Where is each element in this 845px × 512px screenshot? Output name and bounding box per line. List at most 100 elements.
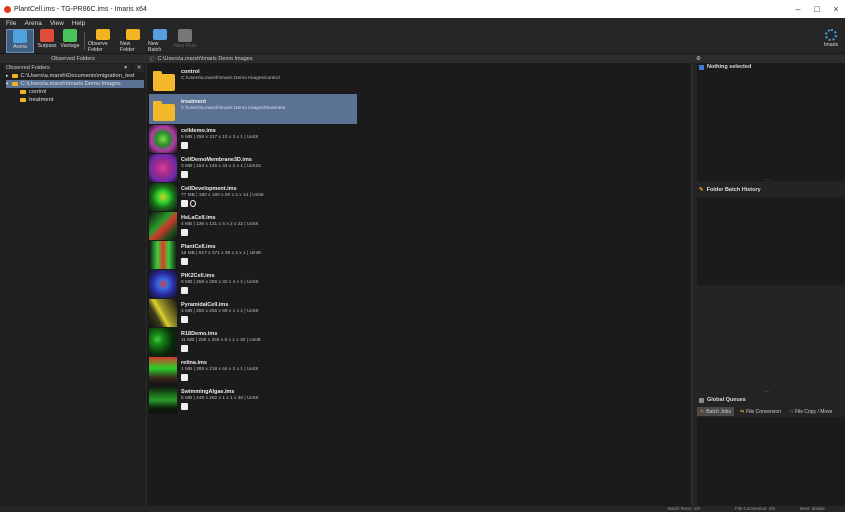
tab-file-copy-move[interactable]: □ File Copy / Move <box>787 407 836 416</box>
status-batch-runs: Batch Runs: 1/5 <box>668 506 701 511</box>
arena-button[interactable]: Arena <box>6 29 34 53</box>
file-name: CellDemoMembrane3D.ims <box>181 157 252 163</box>
file-item[interactable]: PlantCell.ims 16 MB | 617 x 371 x 38 x 2… <box>149 241 357 269</box>
tree-item-demo-images[interactable]: ▾ C:\Users\a.marsh\Imaris Demo Images <box>6 80 144 88</box>
surpass-button[interactable]: Surpass <box>36 29 58 53</box>
file-thumbnail <box>149 154 177 182</box>
file-meta: 3 MB | 154 x 146 x 44 x 2 x 1 | Uint16 <box>181 164 261 169</box>
tree-item-label: treatment <box>29 97 54 103</box>
file-name: celldemo.ims <box>181 128 216 134</box>
file-item[interactable]: PyramidalCell.ims 4 MB | 255 x 255 x 69 … <box>149 299 357 327</box>
splitter-handle[interactable]: ... <box>765 176 770 182</box>
cube-icon <box>181 403 188 410</box>
file-thumbnail <box>149 241 177 269</box>
tree-item-label: C:\Users\a.marsh\Documents\migration_tes… <box>20 73 135 79</box>
file-item[interactable]: PtK2Cell.ims 8 MB | 256 x 256 x 32 x 4 x… <box>149 270 357 298</box>
tab-label: File Copy / Move <box>794 408 833 415</box>
file-meta: 8 MB | 256 x 256 x 32 x 4 x 1 | Uint8 <box>181 280 259 285</box>
chevron-down-icon: ▾ <box>6 81 9 87</box>
info-icon: ⓘ <box>149 57 155 63</box>
maximize-button[interactable]: □ <box>807 0 827 18</box>
folder-tree: ▸ C:\Users\a.marsh\Documents\migration_t… <box>6 72 144 104</box>
file-meta: 5 MB | 256 x 317 x 10 x 3 x 1 | Uint8 <box>181 135 259 140</box>
new-batch-label: New Batch <box>148 41 162 53</box>
tab-file-conversion[interactable]: ⇆ File Conversion <box>737 407 784 416</box>
new-folder-icon <box>126 29 140 40</box>
observed-folders-dropdown[interactable]: Observed Folders ▾ <box>4 64 130 72</box>
cube-icon <box>181 345 188 352</box>
file-item[interactable]: CellDemoMembrane3D.ims 3 MB | 154 x 146 … <box>149 154 357 182</box>
menu-arena[interactable]: Arena <box>24 20 41 27</box>
menu-help[interactable]: Help <box>72 20 85 27</box>
minimize-button[interactable]: – <box>788 0 808 18</box>
folder-icon <box>153 101 175 121</box>
file-name: retina.ims <box>181 360 207 366</box>
selection-label: Nothing selected <box>707 64 752 70</box>
close-button[interactable]: × <box>826 0 845 18</box>
tree-item-label: C:\Users\a.marsh\Imaris Demo Images <box>20 81 121 87</box>
selection-icon <box>699 64 704 70</box>
toolbar: Arena Surpass Vantage Observe Folder New… <box>0 28 845 54</box>
surpass-icon <box>40 29 54 42</box>
file-name: SwimmingAlgae.ims <box>181 389 235 395</box>
file-name: CellDevelopment.ims <box>181 186 237 192</box>
tab-label: File Conversion <box>746 408 781 415</box>
file-meta: 77 MB | 180 x 180 x 90 x 2 x 14 | Uint8 <box>181 193 264 198</box>
new-batch-button[interactable]: New Batch <box>148 29 172 53</box>
settings-tool-icon[interactable]: ✕ <box>134 64 144 72</box>
imaris-brand-icon <box>825 29 837 41</box>
file-name: PyramidalCell.ims <box>181 302 229 308</box>
menu-file[interactable]: File <box>6 20 16 27</box>
vantage-button[interactable]: Vantage <box>60 29 80 53</box>
chevron-down-icon: ▾ <box>124 65 127 71</box>
batch-icon: ✎ <box>700 408 705 415</box>
file-item[interactable]: celldemo.ims 5 MB | 256 x 317 x 10 x 3 x… <box>149 125 357 153</box>
tree-item-control[interactable]: control <box>6 88 144 96</box>
file-item[interactable]: R18Demo.ims 11 MB | 256 x 256 x 6 x 1 x … <box>149 328 357 356</box>
tab-batch-jobs[interactable]: ✎ Batch Jobs <box>697 407 734 416</box>
file-name: PlantCell.ims <box>181 244 216 250</box>
folder-path: C:\Users\a.marsh\Imaris Demo Images\trea… <box>181 106 286 111</box>
file-thumbnail <box>149 299 177 327</box>
observe-folder-button[interactable]: Observe Folder <box>88 29 118 53</box>
conversion-icon: ⇆ <box>739 408 745 415</box>
toolbar-separator <box>84 32 85 50</box>
center-panel-header: ⓘ C:\Users\a.marsh\Imaris Demo Images <box>147 55 691 63</box>
tree-item-treatment[interactable]: treatment <box>6 96 144 104</box>
folder-item-treatment[interactable]: treatment C:\Users\a.marsh\Imaris Demo I… <box>149 94 357 124</box>
left-panel-header: Observed Folders <box>0 55 146 63</box>
imaris-brand: Imaris <box>822 29 840 53</box>
file-item[interactable]: CellDevelopment.ims 77 MB | 180 x 180 x … <box>149 183 357 211</box>
file-thumbnail <box>149 357 177 385</box>
new-fluo-button[interactable]: New Fluo <box>174 29 196 53</box>
file-meta: 11 MB | 256 x 256 x 6 x 1 x 30 | Uint8 <box>181 338 261 343</box>
file-thumbnail <box>149 183 177 211</box>
arena-icon <box>13 30 27 43</box>
file-item[interactable]: HeLaCell.ims 4 MB | 136 x 131 x 5 x 2 x … <box>149 212 357 240</box>
new-fluo-label: New Fluo <box>174 43 196 49</box>
observed-folders-dropdown-label: Observed Folders <box>6 65 50 71</box>
settings-icon: ⚙ <box>696 56 701 62</box>
file-item[interactable]: SwimmingAlgae.ims 5 MB | 448 x 262 x 1 x… <box>149 386 357 414</box>
imaris-logo-icon <box>4 5 11 13</box>
file-item[interactable]: retina.ims 1 MB | 285 x 218 x 64 x 2 x 1… <box>149 357 357 385</box>
queue-panel <box>697 417 845 506</box>
file-thumbnail <box>149 212 177 240</box>
splitter-handle[interactable]: ... <box>765 388 770 394</box>
selection-header: Nothing selected <box>697 64 845 70</box>
folder-icon <box>153 71 175 91</box>
cube-icon <box>181 171 188 178</box>
status-next: Next: details <box>800 506 825 511</box>
queues-header: Global Queues <box>697 397 845 403</box>
folder-item-control[interactable]: control C:\Users\a.marsh\Imaris Demo Ima… <box>149 66 357 94</box>
menu-view[interactable]: View <box>50 20 64 27</box>
status-file-conversion: File Conversion: 1/5 <box>735 506 776 511</box>
left-panel-title: Observed Folders <box>51 56 95 62</box>
folder-name: control <box>181 69 200 75</box>
new-folder-button[interactable]: New Folder <box>120 29 146 53</box>
surpass-label: Surpass <box>37 43 57 49</box>
queue-tabs: ✎ Batch Jobs ⇆ File Conversion □ File Co… <box>697 407 845 416</box>
tree-item-migration-test[interactable]: ▸ C:\Users\a.marsh\Documents\migration_t… <box>6 72 144 80</box>
new-batch-icon <box>153 29 167 40</box>
new-fluo-icon <box>178 29 192 42</box>
